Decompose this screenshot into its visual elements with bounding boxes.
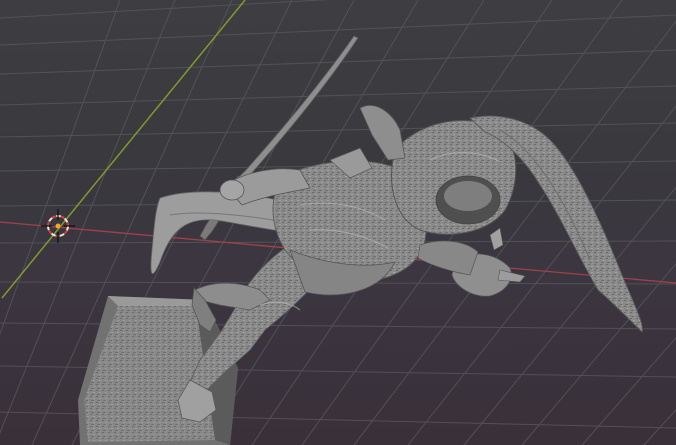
sculpt-model[interactable] [78, 35, 643, 445]
y-axis-line [1, 0, 246, 299]
model-hand [417, 227, 526, 297]
viewport-canvas [0, 0, 676, 445]
3d-viewport[interactable] [0, 0, 676, 445]
